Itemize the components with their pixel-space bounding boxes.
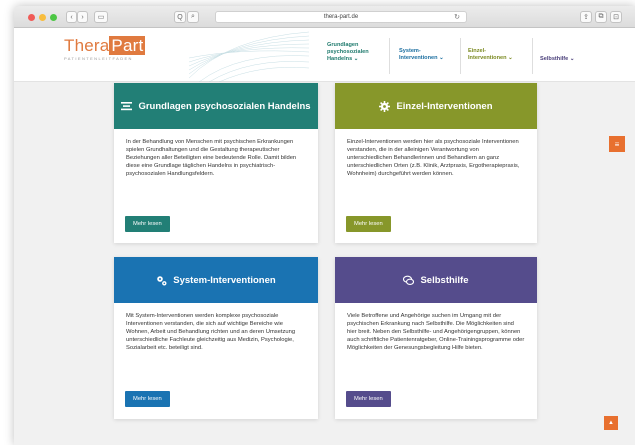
card-title: Einzel-Interventionen [396, 100, 493, 112]
card-selbsthilfe: Selbsthilfe Viele Betroffene und Angehör… [335, 257, 537, 419]
nav-einzel-interventionen[interactable]: Einzel-Interventionen ⌄ [468, 48, 523, 62]
read-more-button[interactable]: Mehr lesen [125, 216, 170, 232]
search-icon[interactable]: ⌕ [187, 11, 199, 23]
card-text: Viele Betroffene und Angehörige suchen i… [347, 313, 525, 351]
browser-window: ‹ › ▭ Q ⌕ thera-part.de ↻ ⇪ ⧉ ⊡ Thera Par… [14, 6, 635, 445]
new-tab-icon[interactable]: ⊡ [610, 11, 622, 23]
forward-button[interactable]: › [77, 11, 88, 23]
card-system-interventionen: System-Interventionen Mit System-Interve… [114, 257, 318, 419]
card-header[interactable]: Grundlagen psychosozialen Handelns [114, 83, 318, 129]
site-logo[interactable]: Thera Part PATIENTENLEITFADEN [64, 36, 146, 61]
nav-divider [532, 38, 533, 74]
site-header: Thera Part PATIENTENLEITFADEN Grundlagen … [14, 28, 635, 82]
card-title: Selbsthilfe [420, 274, 469, 286]
gear-icon [379, 100, 391, 112]
close-window-button[interactable] [28, 14, 35, 21]
nav-divider [460, 38, 461, 74]
header-decoration-icon [189, 31, 309, 82]
address-bar[interactable]: thera-part.de ↻ [215, 11, 467, 23]
card-header[interactable]: Einzel-Interventionen [335, 83, 537, 129]
tabs-overview-icon[interactable]: ⧉ [595, 11, 607, 23]
nav-system-interventionen[interactable]: System-Interventionen ⌄ [399, 48, 454, 62]
sidebar-toggle-icon[interactable]: ▭ [94, 11, 108, 23]
nav-divider [389, 38, 390, 74]
logo-subtitle: PATIENTENLEITFADEN [64, 56, 133, 61]
share-icon[interactable]: ⇪ [580, 11, 592, 23]
read-more-button[interactable]: Mehr lesen [346, 391, 391, 407]
nav-grundlagen[interactable]: Grundlagen psychosozialen Handelns ⌄ [327, 42, 379, 62]
card-text: In der Behandlung von Menschen mit psych… [126, 139, 297, 177]
minimize-window-button[interactable] [39, 14, 46, 21]
read-more-button[interactable]: Mehr lesen [125, 391, 170, 407]
read-more-button[interactable]: Mehr lesen [346, 216, 391, 232]
reload-icon[interactable]: ↻ [454, 13, 460, 21]
card-text: Mit System-Interventionen werden komplex… [126, 313, 296, 351]
browser-toolbar: ‹ › ▭ Q ⌕ thera-part.de ↻ ⇪ ⧉ ⊡ [14, 6, 635, 28]
card-einzel-interventionen: Einzel-Interventionen Einzel-Interventio… [335, 83, 537, 243]
card-header[interactable]: Selbsthilfe [335, 257, 537, 303]
url-text: thera-part.de [323, 14, 359, 20]
card-title: Grundlagen psychosozialen Handelns [138, 100, 311, 112]
logo-wordmark: Thera Part [64, 36, 146, 55]
zoom-icon[interactable]: Q [174, 11, 186, 23]
card-grundlagen: Grundlagen psychosozialen Handelns In de… [114, 83, 318, 243]
card-title: System-Interventionen [173, 274, 276, 286]
maximize-window-button[interactable] [50, 14, 57, 21]
card-header[interactable]: System-Interventionen [114, 257, 318, 303]
back-button[interactable]: ‹ [66, 11, 77, 23]
side-menu-icon[interactable]: ≡ [609, 136, 625, 152]
list-icon [121, 101, 133, 110]
nav-selbsthilfe[interactable]: Selbsthilfe ⌄ [540, 56, 595, 63]
scroll-to-top-icon[interactable]: ▲ [604, 416, 618, 430]
card-text: Einzel-Interventionen werden hier als ps… [347, 139, 520, 177]
chat-icon [403, 275, 415, 285]
gears-icon [157, 275, 167, 285]
